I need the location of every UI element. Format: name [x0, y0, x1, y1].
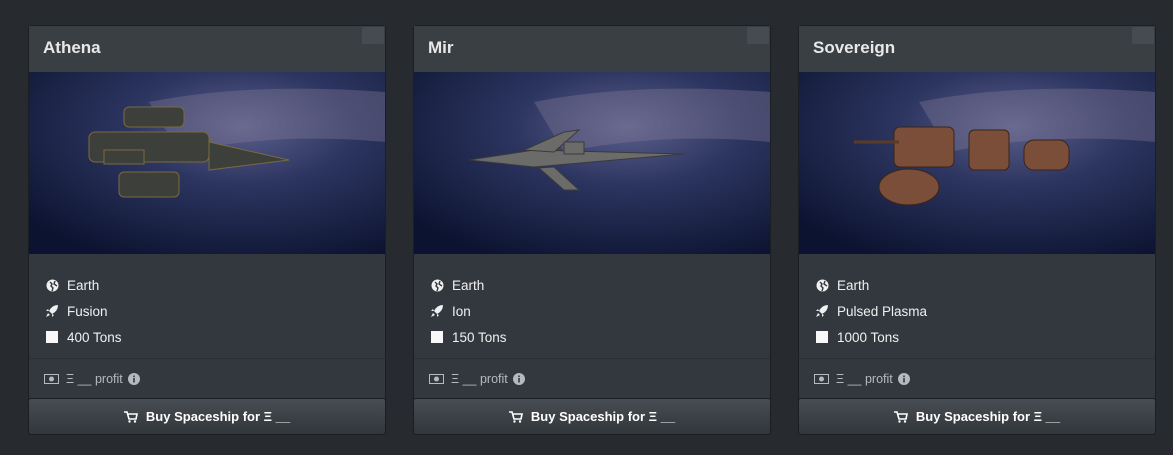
- spec-origin: Earth: [45, 272, 369, 298]
- spec-origin-label: Earth: [452, 277, 485, 293]
- spec-mass-label: 400 Tons: [67, 329, 122, 345]
- card-menu-button[interactable]: [1132, 27, 1154, 44]
- rocket-icon: [430, 304, 444, 318]
- spec-origin: Earth: [815, 272, 1139, 298]
- money-icon: [44, 374, 59, 384]
- square-icon: [815, 330, 829, 344]
- info-icon[interactable]: [512, 373, 525, 385]
- money-icon: [429, 374, 444, 384]
- profit-label: Ξ __ profit: [451, 372, 508, 386]
- card-menu-button[interactable]: [747, 27, 769, 44]
- spaceship-image: [799, 72, 1155, 254]
- card-header: Athena: [29, 26, 385, 72]
- card-menu-button[interactable]: [362, 27, 384, 44]
- money-icon: [814, 374, 829, 384]
- spec-origin-label: Earth: [837, 277, 870, 293]
- ship-specs: Earth Pulsed Plasma 1000 Tons: [799, 254, 1155, 358]
- buy-spaceship-button[interactable]: Buy Spaceship for Ξ __: [798, 398, 1156, 435]
- rocket-icon: [815, 304, 829, 318]
- spec-propulsion: Ion: [430, 298, 754, 324]
- info-icon[interactable]: [897, 373, 910, 385]
- spec-propulsion: Pulsed Plasma: [815, 298, 1139, 324]
- info-icon[interactable]: [127, 373, 140, 385]
- spec-mass: 400 Tons: [45, 324, 369, 350]
- spaceship-card-mir: Mir Earth Ion 150 Tons Ξ __ profit Buy S…: [413, 25, 771, 435]
- card-header: Mir: [414, 26, 770, 72]
- spec-mass: 1000 Tons: [815, 324, 1139, 350]
- spec-propulsion-label: Pulsed Plasma: [837, 303, 928, 319]
- spaceship-image: [414, 72, 770, 254]
- ship-specs: Earth Fusion 400 Tons: [29, 254, 385, 358]
- cart-icon: [893, 410, 908, 423]
- spec-origin: Earth: [430, 272, 754, 298]
- profit-label: Ξ __ profit: [66, 372, 123, 386]
- card-header: Sovereign: [799, 26, 1155, 72]
- spec-mass: 150 Tons: [430, 324, 754, 350]
- buy-label: Buy Spaceship for Ξ __: [145, 409, 291, 424]
- ship-name: Mir: [428, 38, 454, 57]
- spaceship-card-sovereign: Sovereign Earth Pulsed Plasma 1000 Tons …: [798, 25, 1156, 435]
- buy-label: Buy Spaceship for Ξ __: [530, 409, 676, 424]
- spaceship-card-athena: Athena Earth Fusion 400 Tons Ξ __ profit…: [28, 25, 386, 435]
- profit-row: Ξ __ profit: [799, 359, 1155, 399]
- spec-mass-label: 150 Tons: [452, 329, 507, 345]
- spec-propulsion-label: Ion: [452, 303, 471, 319]
- profit-row: Ξ __ profit: [29, 359, 385, 399]
- ship-name: Athena: [43, 38, 101, 57]
- spaceship-image: [29, 72, 385, 254]
- buy-label: Buy Spaceship for Ξ __: [915, 409, 1061, 424]
- globe-icon: [430, 278, 444, 292]
- buy-spaceship-button[interactable]: Buy Spaceship for Ξ __: [413, 398, 771, 435]
- profit-row: Ξ __ profit: [414, 359, 770, 399]
- ship-specs: Earth Ion 150 Tons: [414, 254, 770, 358]
- buy-spaceship-button[interactable]: Buy Spaceship for Ξ __: [28, 398, 386, 435]
- cart-icon: [123, 410, 138, 423]
- spaceship-grid: Athena Earth Fusion 400 Tons Ξ __ profit…: [0, 0, 1173, 455]
- ship-name: Sovereign: [813, 38, 896, 57]
- spec-propulsion: Fusion: [45, 298, 369, 324]
- globe-icon: [815, 278, 829, 292]
- spec-propulsion-label: Fusion: [67, 303, 108, 319]
- globe-icon: [45, 278, 59, 292]
- square-icon: [45, 330, 59, 344]
- spec-origin-label: Earth: [67, 277, 100, 293]
- cart-icon: [508, 410, 523, 423]
- square-icon: [430, 330, 444, 344]
- profit-label: Ξ __ profit: [836, 372, 893, 386]
- rocket-icon: [45, 304, 59, 318]
- spec-mass-label: 1000 Tons: [837, 329, 900, 345]
